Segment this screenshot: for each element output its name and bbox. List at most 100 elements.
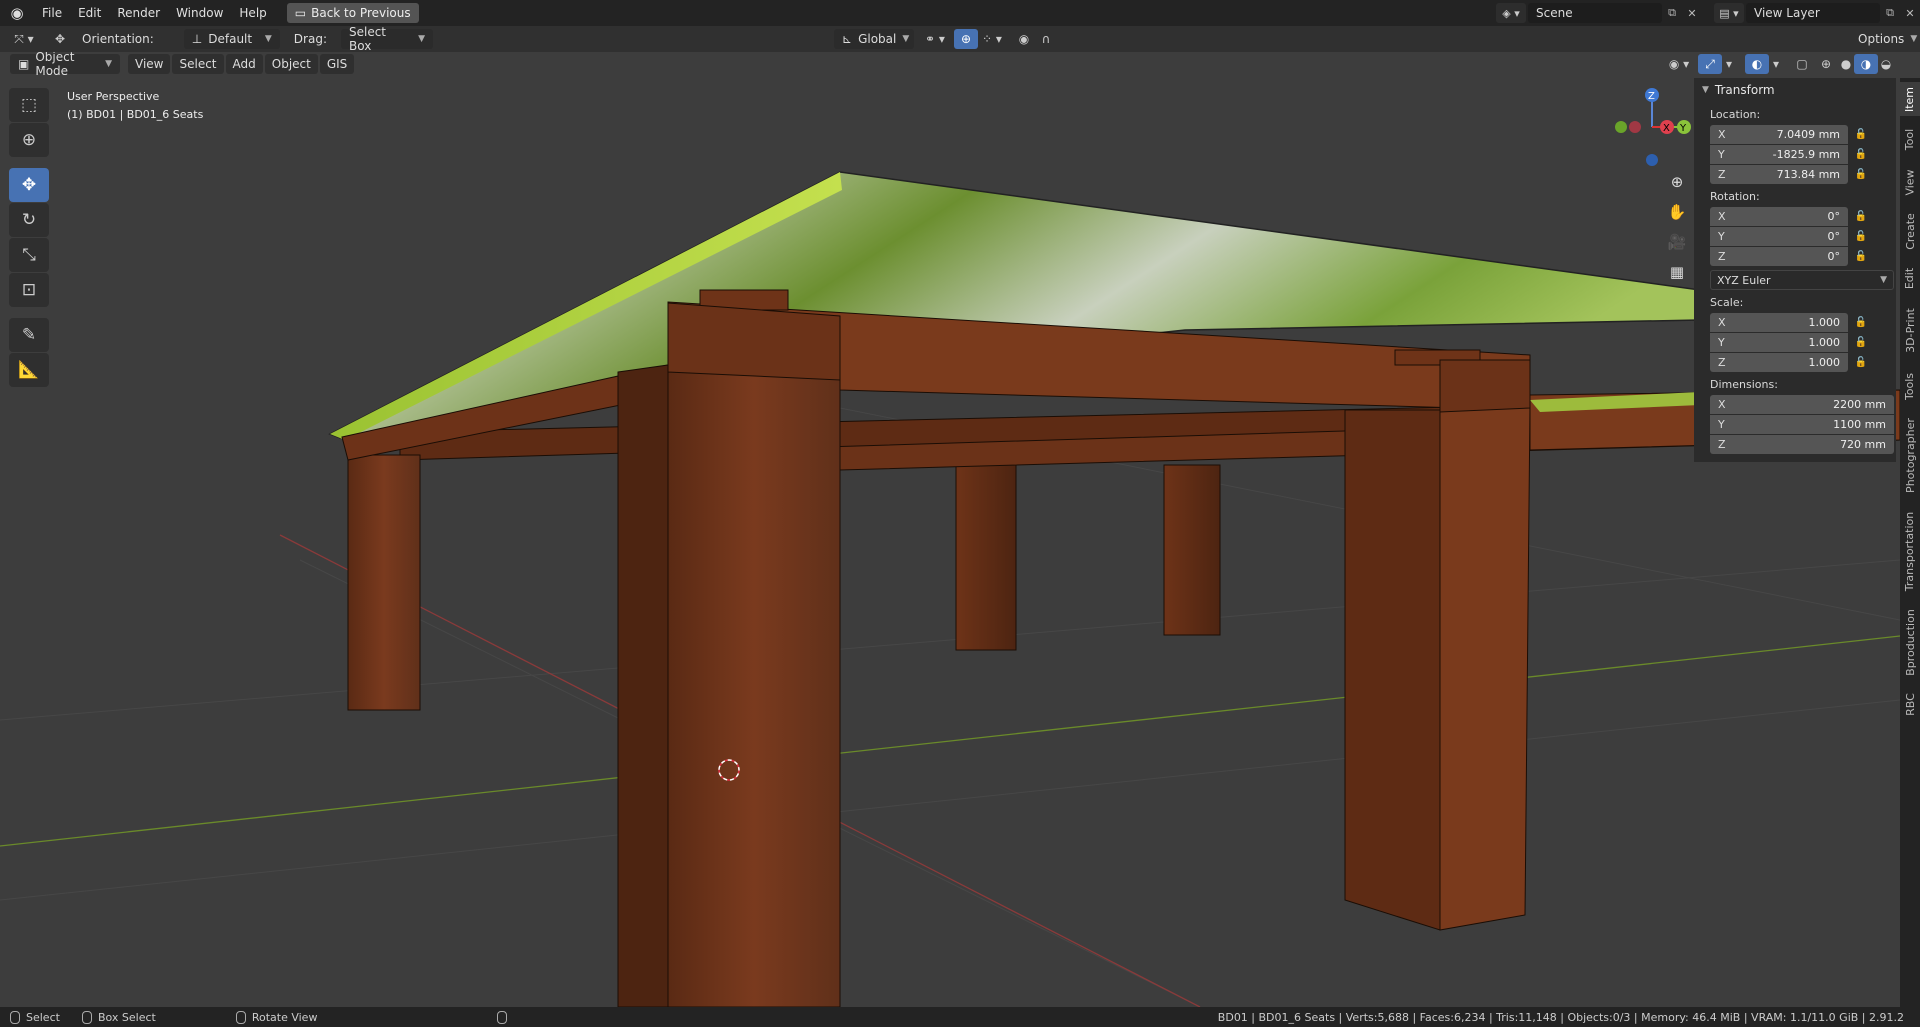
global-axes-icon: ⊾: [842, 32, 853, 46]
scale-z-field[interactable]: Z 1.000: [1710, 352, 1848, 372]
rotation-z-field[interactable]: Z 0°: [1710, 246, 1848, 266]
menu-window[interactable]: Window: [168, 0, 231, 26]
overlay-toggle-icon[interactable]: ◐: [1745, 54, 1769, 74]
tab-transportation[interactable]: Transportation: [1900, 506, 1920, 596]
tab-edit[interactable]: Edit: [1900, 262, 1920, 294]
lock-icon[interactable]: 🔓: [1848, 169, 1874, 180]
menu-object[interactable]: Object: [264, 54, 318, 74]
dimensions-x-field[interactable]: X 2200 mm: [1710, 394, 1894, 414]
scene-browse-icon[interactable]: ◈ ▾: [1496, 3, 1526, 23]
dimensions-y-field[interactable]: Y 1100 mm: [1710, 414, 1894, 434]
tab-tool[interactable]: Tool: [1900, 122, 1920, 156]
pan-hand-icon[interactable]: ✋: [1663, 198, 1691, 226]
tab-photographer[interactable]: Photographer: [1900, 414, 1920, 496]
lock-icon[interactable]: 🔓: [1848, 231, 1874, 242]
falloff-curve-icon[interactable]: ∩: [1034, 29, 1058, 49]
close-view-layer-icon[interactable]: ✕: [1900, 3, 1920, 23]
menu-file[interactable]: File: [34, 0, 70, 26]
mouse-left-icon: [10, 1010, 20, 1024]
location-z-field[interactable]: Z 713.84 mm: [1710, 164, 1848, 184]
tab-tools[interactable]: Tools: [1900, 366, 1920, 406]
dimensions-z-field[interactable]: Z 720 mm: [1710, 434, 1894, 454]
drag-value: Select Box: [348, 25, 387, 53]
menu-select[interactable]: Select: [172, 54, 224, 74]
lock-icon[interactable]: 🔓: [1848, 149, 1874, 160]
gizmo-neg-y-icon[interactable]: [1615, 121, 1627, 133]
move-tool-icon[interactable]: ✥: [9, 168, 49, 202]
gizmo-z-label: Z: [1648, 91, 1655, 102]
rotation-x-field[interactable]: X 0°: [1710, 206, 1848, 226]
lock-icon[interactable]: 🔓: [1848, 129, 1874, 140]
gizmo-dropdown-icon[interactable]: ▾: [1720, 54, 1738, 74]
tab-bproduction[interactable]: Bproduction: [1900, 604, 1920, 680]
lock-icon[interactable]: 🔓: [1848, 337, 1874, 348]
tab-item[interactable]: Item: [1900, 82, 1920, 116]
scale-label: Scale:: [1710, 296, 1744, 309]
camera-view-icon[interactable]: 🎥: [1663, 228, 1691, 256]
xray-toggle-icon[interactable]: ▢: [1790, 54, 1814, 74]
rotation-y-field[interactable]: Y 0°: [1710, 226, 1848, 246]
copy-scene-icon[interactable]: ⧉: [1662, 3, 1682, 23]
navigation-gizmo[interactable]: Z Y X: [1615, 88, 1691, 166]
scale-y-field[interactable]: Y 1.000: [1710, 332, 1848, 352]
pivot-point-icon[interactable]: ⚭ ▾: [920, 29, 950, 49]
gizmo-neg-z-icon[interactable]: [1646, 154, 1658, 166]
tab-3d-print[interactable]: 3D-Print: [1900, 302, 1920, 358]
tab-view[interactable]: View: [1900, 164, 1920, 200]
back-to-previous-button[interactable]: ▭ Back to Previous: [286, 3, 419, 23]
select-box-tool-icon[interactable]: ⬚: [9, 88, 49, 122]
3d-viewport[interactable]: Z Y X ▣ Object Mode ▼ View Select Add Ob…: [0, 52, 1900, 1007]
tab-rbc[interactable]: RBC: [1900, 688, 1920, 720]
rotation-mode-dropdown[interactable]: XYZ Euler ▼: [1710, 270, 1894, 290]
transform-panel-header[interactable]: ▼ Transform: [1694, 78, 1896, 102]
leg-left: [347, 454, 421, 711]
gizmo-toggle-icon[interactable]: ⤢: [1698, 54, 1722, 74]
tool-icon-dropdown[interactable]: ⤧ ▾: [8, 29, 40, 49]
viewport-scene[interactable]: Z Y X: [0, 52, 1900, 1007]
transform-tool-icon[interactable]: ⊡: [9, 273, 49, 307]
menu-help[interactable]: Help: [231, 0, 274, 26]
rotate-tool-icon[interactable]: ↻: [9, 203, 49, 237]
transform-orientation-dropdown[interactable]: ⊾ Global ▼: [834, 29, 914, 49]
orientation-dropdown[interactable]: ⊥ Default ▼: [183, 29, 280, 49]
visibility-eye-icon[interactable]: ◉ ▾: [1664, 54, 1694, 74]
lock-icon[interactable]: 🔓: [1848, 357, 1874, 368]
measure-tool-icon[interactable]: 📐: [9, 353, 49, 387]
menu-render[interactable]: Render: [109, 0, 168, 26]
sidebar-tabs: Item Tool View Create Edit 3D-Print Tool…: [1900, 78, 1920, 1008]
snap-toggle-icon[interactable]: ⊕: [954, 29, 978, 49]
cursor-tool-icon[interactable]: ⊕: [9, 123, 49, 157]
scale-tool-icon[interactable]: ⤡: [9, 238, 49, 272]
view-layer-browse-icon[interactable]: ▤ ▾: [1714, 3, 1744, 23]
scale-x-field[interactable]: X 1.000: [1710, 312, 1848, 332]
menu-edit[interactable]: Edit: [70, 0, 109, 26]
drag-dropdown[interactable]: Select Box ▼: [340, 25, 433, 53]
perspective-toggle-icon[interactable]: ▦: [1663, 258, 1691, 286]
blender-logo-icon[interactable]: ◉: [0, 0, 34, 26]
annotate-tool-icon[interactable]: ✎: [9, 318, 49, 352]
snap-target-icon[interactable]: ⁘ ▾: [978, 29, 1006, 49]
rendered-shading-icon[interactable]: ◒: [1874, 54, 1898, 74]
lock-icon[interactable]: 🔓: [1848, 317, 1874, 328]
lock-icon[interactable]: 🔓: [1848, 211, 1874, 222]
scene-name-field[interactable]: Scene: [1528, 3, 1662, 23]
zoom-icon[interactable]: ⊕: [1663, 168, 1691, 196]
location-y-field[interactable]: Y -1825.9 mm: [1710, 144, 1848, 164]
scene-selector-group: ◈ ▾ Scene ⧉ ✕ ▤ ▾ View Layer ⧉ ✕: [1496, 0, 1920, 26]
copy-view-layer-icon[interactable]: ⧉: [1880, 3, 1900, 23]
options-dropdown[interactable]: Options ▼: [1850, 29, 1917, 49]
view-layer-name-field[interactable]: View Layer: [1746, 3, 1880, 23]
gizmo-x-label: X: [1663, 123, 1670, 134]
location-x-field[interactable]: X 7.0409 mm: [1710, 124, 1848, 144]
close-scene-icon[interactable]: ✕: [1682, 3, 1702, 23]
mode-dropdown[interactable]: ▣ Object Mode ▼: [10, 52, 120, 78]
tab-create[interactable]: Create: [1900, 208, 1920, 254]
leg-front-right-side: [1344, 409, 1441, 931]
menu-gis[interactable]: GIS: [319, 54, 355, 74]
menu-view[interactable]: View: [128, 54, 171, 74]
proportional-edit-icon[interactable]: ◉: [1012, 29, 1036, 49]
menu-add[interactable]: Add: [225, 54, 263, 74]
gizmo-neg-x-icon[interactable]: [1629, 121, 1641, 133]
lock-icon[interactable]: 🔓: [1848, 251, 1874, 262]
overlay-dropdown-icon[interactable]: ▾: [1767, 54, 1785, 74]
